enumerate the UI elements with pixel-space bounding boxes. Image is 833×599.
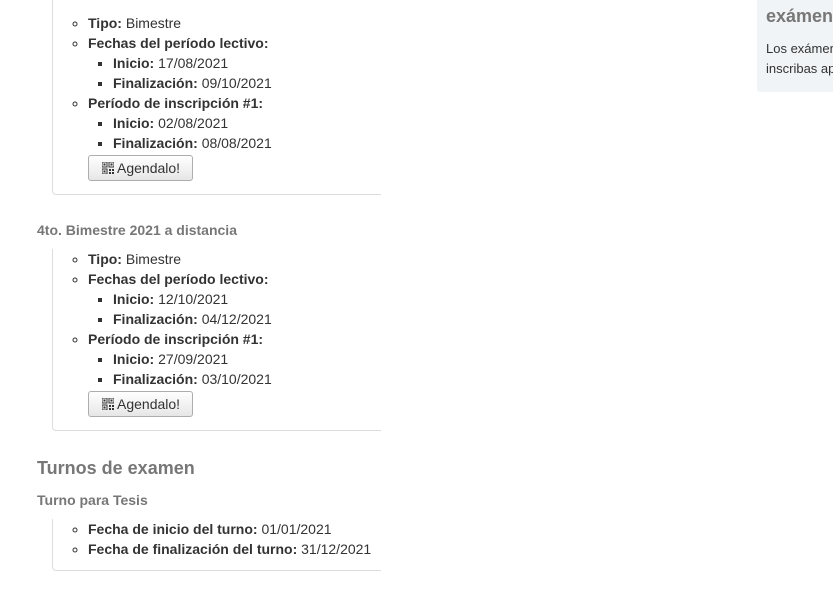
fin-label: Finalización: [113, 75, 198, 91]
period-block-2: Tipo: Bimestre Fechas del período lectiv… [52, 249, 381, 431]
inscripcion-list: Inicio: 27/09/2021 Finalización: 03/10/2… [88, 349, 381, 389]
period-details-list: Tipo: Bimestre Fechas del período lectiv… [53, 13, 381, 153]
list-item: Finalización: 08/08/2021 [113, 133, 381, 153]
insc-inicio-label: Inicio: [113, 115, 155, 131]
qr-code-icon [102, 398, 114, 410]
list-item: Inicio: 12/10/2021 [113, 289, 381, 309]
insc-inicio-label: Inicio: [113, 351, 155, 367]
inicio-label: Inicio: [113, 55, 155, 71]
page: Tipo: Bimestre Fechas del período lectiv… [0, 0, 833, 599]
period-block-1: Tipo: Bimestre Fechas del período lectiv… [52, 0, 381, 195]
info-panel-line-1: Los exámer [766, 41, 833, 56]
fechas-list: Inicio: 12/10/2021 Finalización: 04/12/2… [88, 289, 381, 329]
turno-title: Turno para Tesis [37, 492, 148, 508]
tipo-value: Bimestre [125, 15, 182, 31]
inscripcion-label: Período de inscripción #1: [88, 95, 264, 111]
list-item: Inicio: 17/08/2021 [113, 53, 381, 73]
list-item: Finalización: 03/10/2021 [113, 369, 381, 389]
tipo-value: Bimestre [125, 251, 182, 267]
inscripcion-list: Inicio: 02/08/2021 Finalización: 08/08/2… [88, 113, 381, 153]
list-item: Tipo: Bimestre [88, 13, 381, 33]
list-item: Inicio: 27/09/2021 [113, 349, 381, 369]
list-item: Período de inscripción #1: Inicio: 02/08… [88, 93, 381, 153]
info-panel-text: Los exámer inscribas ap [766, 39, 833, 79]
inicio-value: 12/10/2021 [158, 291, 229, 307]
list-item: Fecha de inicio del turno: 01/01/2021 [88, 519, 381, 539]
qr-code-icon [102, 162, 114, 174]
turno-fin-value: 31/12/2021 [301, 541, 372, 557]
list-item: Fecha de finalización del turno: 31/12/2… [88, 539, 381, 559]
insc-inicio-value: 02/08/2021 [158, 115, 229, 131]
agendalo-label: Agendalo! [117, 160, 181, 176]
insc-inicio-value: 27/09/2021 [158, 351, 229, 367]
insc-fin-label: Finalización: [113, 371, 198, 387]
list-item: Fechas del período lectivo: Inicio: 12/1… [88, 269, 381, 329]
list-item: Período de inscripción #1: Inicio: 27/09… [88, 329, 381, 389]
list-item: Inicio: 02/08/2021 [113, 113, 381, 133]
turno-details-list: Fecha de inicio del turno: 01/01/2021 Fe… [53, 519, 381, 559]
inicio-value: 17/08/2021 [158, 55, 229, 71]
list-item: Finalización: 09/10/2021 [113, 73, 381, 93]
list-item: Fechas del período lectivo: Inicio: 17/0… [88, 33, 381, 93]
inscripcion-label: Período de inscripción #1: [88, 331, 264, 347]
agendalo-button[interactable]: Agendalo! [88, 391, 194, 417]
fechas-list: Inicio: 17/08/2021 Finalización: 09/10/2… [88, 53, 381, 93]
fin-label: Finalización: [113, 311, 198, 327]
exam-section-title: Turnos de examen [37, 458, 195, 478]
tipo-label: Tipo: [88, 15, 122, 31]
agendalo-label: Agendalo! [117, 396, 181, 412]
tipo-label: Tipo: [88, 251, 122, 267]
fechas-label: Fechas del período lectivo: [88, 271, 269, 287]
insc-fin-value: 03/10/2021 [201, 371, 272, 387]
turno-inicio-label: Fecha de inicio del turno: [88, 521, 258, 537]
list-item: Tipo: Bimestre [88, 249, 381, 269]
agendalo-button[interactable]: Agendalo! [88, 155, 194, 181]
fechas-label: Fechas del período lectivo: [88, 35, 269, 51]
period-details-list: Tipo: Bimestre Fechas del período lectiv… [53, 249, 381, 389]
info-panel-line-2: inscribas ap [766, 61, 833, 76]
fin-value: 09/10/2021 [201, 75, 272, 91]
insc-fin-label: Finalización: [113, 135, 198, 151]
list-item: Finalización: 04/12/2021 [113, 309, 381, 329]
turno-inicio-value: 01/01/2021 [261, 521, 332, 537]
turno-fin-label: Fecha de finalización del turno: [88, 541, 298, 557]
info-panel: exámen Los exámer inscribas ap [757, 0, 833, 92]
fin-value: 04/12/2021 [201, 311, 272, 327]
turno-block: Fecha de inicio del turno: 01/01/2021 Fe… [52, 519, 381, 571]
info-panel-title: exámen [766, 6, 833, 26]
inicio-label: Inicio: [113, 291, 155, 307]
period-title-2: 4to. Bimestre 2021 a distancia [37, 222, 237, 238]
insc-fin-value: 08/08/2021 [201, 135, 272, 151]
